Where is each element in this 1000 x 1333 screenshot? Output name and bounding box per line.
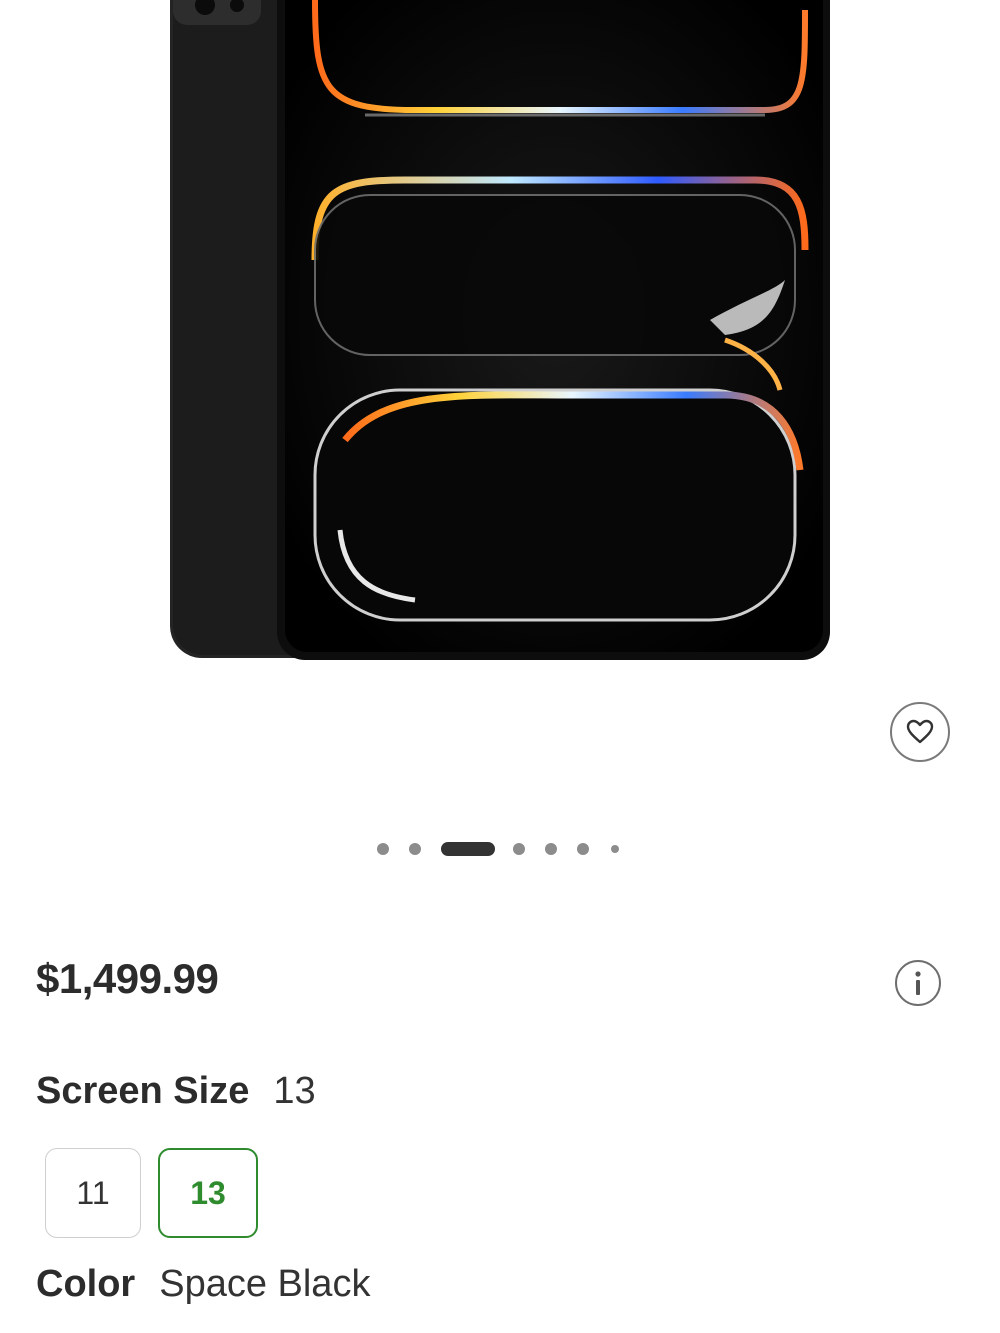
product-image-area[interactable] bbox=[0, 0, 1000, 680]
carousel-dot[interactable] bbox=[611, 845, 619, 853]
heart-icon bbox=[906, 719, 934, 744]
product-price: $1,499.99 bbox=[36, 955, 219, 1002]
screen-size-label: Screen Size bbox=[36, 1070, 250, 1112]
color-value: Space Black bbox=[159, 1263, 371, 1305]
info-icon bbox=[915, 971, 921, 995]
size-chip-11[interactable]: 11 bbox=[45, 1148, 141, 1238]
color-label: Color bbox=[36, 1263, 136, 1305]
product-image bbox=[170, 0, 830, 660]
favorite-button[interactable] bbox=[890, 702, 950, 762]
color-option: Color Space Black bbox=[36, 1263, 370, 1306]
carousel-dot[interactable] bbox=[577, 843, 589, 855]
screen-size-value: 13 bbox=[273, 1070, 316, 1112]
carousel-dot-active[interactable] bbox=[441, 842, 495, 856]
carousel-dot[interactable] bbox=[377, 843, 389, 855]
size-chip-13[interactable]: 13 bbox=[158, 1148, 258, 1238]
carousel-dot[interactable] bbox=[545, 843, 557, 855]
carousel-dot[interactable] bbox=[409, 843, 421, 855]
screen-size-option: Screen Size 13 bbox=[36, 1070, 316, 1113]
carousel-dot[interactable] bbox=[513, 843, 525, 855]
carousel-indicator bbox=[0, 840, 1000, 858]
price-info-button[interactable] bbox=[895, 960, 941, 1006]
